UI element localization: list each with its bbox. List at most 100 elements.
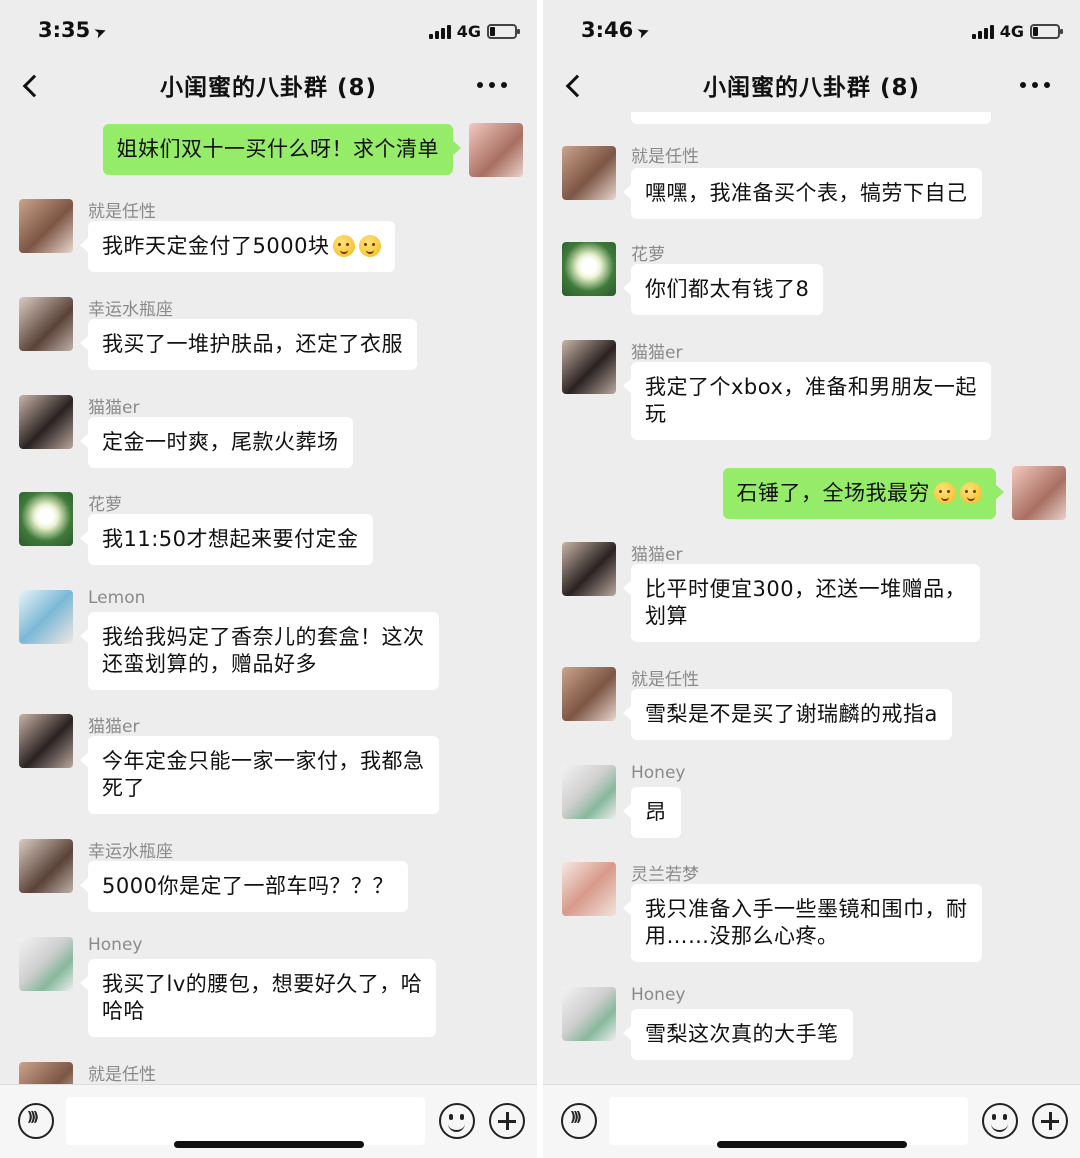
emoji-icon (934, 482, 956, 504)
status-indicators: 4G (428, 22, 520, 41)
avatar[interactable] (19, 395, 73, 449)
emoji-icon (333, 235, 356, 257)
message-bubble[interactable]: 我只准备入手一些墨镜和围巾，耐 用……没那么心疼。 (623, 884, 982, 962)
sender-name: Honey (88, 935, 143, 955)
message-incoming: 就是任性 (0, 1060, 537, 1084)
sender-name: Honey (631, 763, 686, 783)
message-outgoing: 石锤了，全场我最穷 (543, 464, 1080, 524)
voice-icon[interactable] (18, 1103, 54, 1139)
message-input[interactable] (66, 1097, 425, 1145)
message-incoming: 幸运水瓶座 5000你是定了一部车吗？？？ (0, 837, 537, 917)
avatar[interactable] (562, 542, 616, 596)
avatar[interactable] (19, 714, 73, 768)
message-bubble[interactable]: 我定了个xbox，准备和男朋友一起玩 (623, 362, 991, 440)
avatar[interactable] (19, 937, 73, 991)
sender-name: 花萝 (631, 245, 665, 265)
message-bubble[interactable]: 雪梨这次真的大手笔 (623, 1009, 853, 1060)
sender-name: 花萝 (88, 495, 122, 515)
message-incoming: 就是任性 我昨天定金付了5000块 (0, 197, 537, 277)
message-bubble[interactable]: 定金一时爽，尾款火葬场 (80, 417, 353, 468)
message-input[interactable] (609, 1097, 968, 1145)
chat-title: 小闺蜜的八卦群 (8) (702, 75, 921, 101)
battery-icon (1030, 24, 1063, 39)
message-bubble[interactable]: 石锤了，全场我最穷 (722, 468, 1004, 519)
signal-icon (428, 24, 451, 39)
message-incoming: 花萝 你们都太有钱了8 (543, 240, 1080, 320)
avatar[interactable] (562, 862, 616, 916)
avatar[interactable] (19, 590, 73, 644)
message-incoming: 猫猫er 我定了个xbox，准备和男朋友一起玩 (543, 338, 1080, 448)
more-dots-icon[interactable] (1020, 82, 1050, 88)
battery-icon (487, 24, 520, 39)
avatar[interactable] (562, 242, 616, 296)
message-bubble[interactable]: 我昨天定金付了5000块 (79, 221, 396, 272)
avatar[interactable] (19, 297, 73, 351)
emoji-face-icon[interactable] (439, 1103, 475, 1139)
home-indicator[interactable] (173, 1141, 364, 1148)
sender-name: 就是任性 (88, 1065, 156, 1084)
message-bubble[interactable]: 嘿嘿，我准备买个表，犒劳下自己 (623, 168, 982, 219)
input-bar (0, 1084, 537, 1158)
message-bubble[interactable]: 我买了一堆护肤品，还定了衣服 (80, 319, 417, 370)
status-time: 3:35➤ (38, 18, 110, 43)
status-bar: 3:46➤ 4G (543, 0, 1080, 62)
screens-container: 3:35➤ 4G 小闺蜜的八卦群 (8) 姐妹们双十一买什么呀！求个清单 就是任… (0, 0, 1080, 1158)
avatar[interactable] (469, 123, 523, 177)
avatar[interactable] (19, 199, 73, 253)
chat-title: 小闺蜜的八卦群 (8) (159, 75, 378, 101)
avatar[interactable] (562, 765, 616, 819)
avatar[interactable] (562, 987, 616, 1041)
home-indicator[interactable] (716, 1141, 907, 1148)
sender-name: 猫猫er (88, 398, 140, 418)
phone-right: 3:46➤ 4G 小闺蜜的八卦群 (8) 就是任性 嘿嘿，我准备买个表，犒劳下自… (543, 0, 1080, 1158)
nav-bar: 小闺蜜的八卦群 (8) (0, 62, 537, 112)
avatar[interactable] (19, 839, 73, 893)
network-label: 4G (999, 22, 1024, 41)
more-dots-icon[interactable] (477, 82, 507, 88)
message-incoming: 幸运水瓶座 我买了一堆护肤品，还定了衣服 (0, 295, 537, 375)
avatar[interactable] (562, 667, 616, 721)
message-incoming: 花萝 我11:50才想起来要付定金 (0, 490, 537, 570)
sender-name: 幸运水瓶座 (88, 842, 173, 862)
message-incoming: Lemon 我给我妈定了香奈儿的套盒！这次 还蛮划算的，赠品好多 (0, 588, 537, 698)
message-outgoing: 姐妹们双十一买什么呀！求个清单 (0, 120, 537, 180)
location-arrow-icon: ➤ (91, 21, 110, 43)
avatar[interactable] (562, 340, 616, 394)
message-incoming: 猫猫er 比平时便宜300，还送一堆赠品， 划算 (543, 540, 1080, 650)
voice-icon[interactable] (561, 1103, 597, 1139)
sender-name: 猫猫er (88, 717, 140, 737)
emoji-face-icon[interactable] (982, 1103, 1018, 1139)
emoji-icon (359, 235, 382, 257)
avatar[interactable] (1012, 466, 1066, 520)
message-incoming: Honey 昂 (543, 763, 1080, 843)
message-bubble[interactable]: 姐妹们双十一买什么呀！求个清单 (102, 124, 461, 175)
message-incoming: 灵兰若梦 我只准备入手一些墨镜和围巾，耐 用……没那么心疼。 (543, 860, 1080, 970)
message-bubble[interactable]: 我买了lv的腰包，想要好久了，哈 哈哈 (79, 959, 437, 1037)
message-bubble[interactable]: 你们都太有钱了8 (622, 264, 824, 315)
message-incoming: Honey 我买了lv的腰包，想要好久了，哈 哈哈 (0, 935, 537, 1045)
location-arrow-icon: ➤ (634, 21, 653, 43)
chat-list[interactable]: 姐妹们双十一买什么呀！求个清单 就是任性 我昨天定金付了5000块 幸运水瓶座 … (0, 112, 537, 1084)
plus-icon[interactable] (489, 1103, 525, 1139)
message-bubble[interactable]: 今年定金只能一家一家付，我都急 死了 (80, 736, 439, 814)
sender-name: 就是任性 (631, 670, 699, 690)
message-bubble[interactable]: 比平时便宜300，还送一堆赠品， 划算 (622, 564, 981, 642)
sender-name: 猫猫er (631, 545, 683, 565)
message-bubble[interactable]: 昂 (623, 787, 681, 838)
message-bubble[interactable]: 雪梨是不是买了谢瑞麟的戒指a (623, 689, 952, 740)
message-bubble[interactable]: 我给我妈定了香奈儿的套盒！这次 还蛮划算的，赠品好多 (80, 612, 439, 690)
message-incoming: 就是任性 雪梨是不是买了谢瑞麟的戒指a (543, 665, 1080, 745)
signal-icon (971, 24, 994, 39)
message-bubble[interactable]: 5000你是定了一部车吗？？？ (80, 861, 408, 912)
avatar[interactable] (19, 492, 73, 546)
sender-name: 就是任性 (631, 147, 699, 167)
input-bar (543, 1084, 1080, 1158)
sender-name: Lemon (88, 588, 146, 608)
avatar[interactable] (562, 146, 616, 200)
sender-name: 猫猫er (631, 343, 683, 363)
plus-icon[interactable] (1032, 1103, 1068, 1139)
sender-name: 幸运水瓶座 (88, 300, 173, 320)
chat-list[interactable]: 就是任性 嘿嘿，我准备买个表，犒劳下自己 花萝 你们都太有钱了8 猫猫er 我定… (543, 112, 1080, 1084)
message-bubble[interactable]: 我11:50才想起来要付定金 (80, 514, 373, 565)
avatar[interactable] (19, 1062, 73, 1084)
